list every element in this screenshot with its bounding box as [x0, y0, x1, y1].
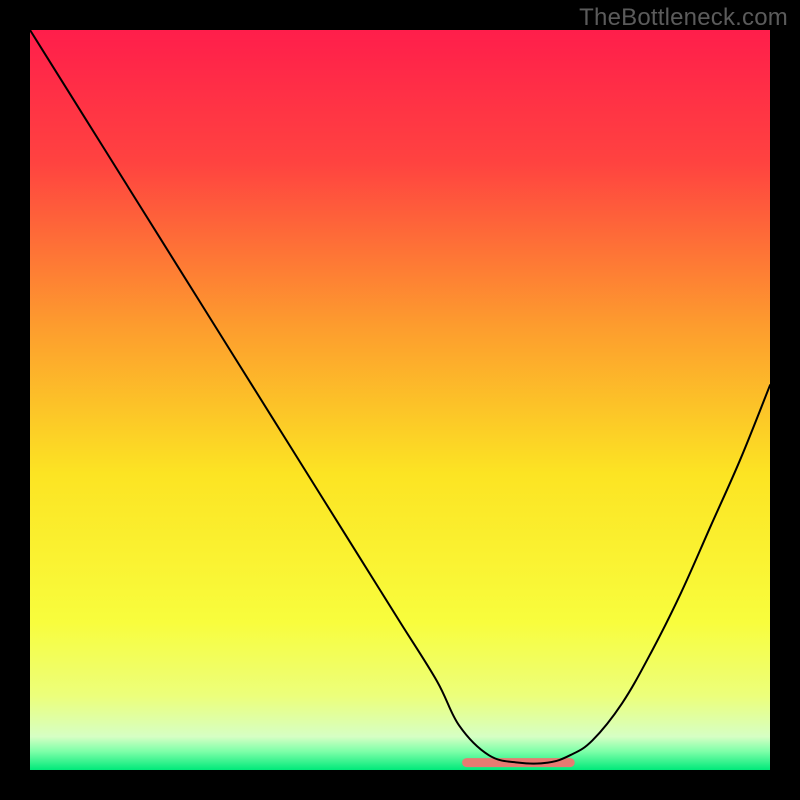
page-root: TheBottleneck.com	[0, 0, 800, 800]
chart-plot-area	[30, 30, 770, 770]
bottleneck-curve	[30, 30, 770, 764]
attribution-text: TheBottleneck.com	[579, 4, 788, 32]
chart-curve-layer	[30, 30, 770, 770]
